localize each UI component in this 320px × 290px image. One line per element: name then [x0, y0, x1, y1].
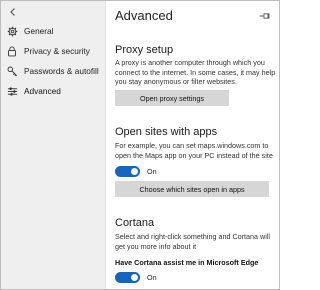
toggle-knob [131, 273, 138, 281]
toggle-knob [131, 167, 138, 175]
sidebar-item-advanced[interactable]: Advanced [1, 82, 105, 100]
open-sites-description: For example, you can set maps.windows.co… [115, 141, 273, 160]
sidebar-item-label: Privacy & security [24, 46, 90, 56]
cortana-toggle-row: On [115, 271, 157, 283]
chevron-left-icon[interactable] [8, 7, 18, 17]
pin-icon[interactable] [259, 13, 270, 19]
open-sites-section-title: Open sites with apps [115, 126, 218, 138]
sidebar-item-label: Advanced [24, 86, 61, 96]
open-sites-toggle-label: On [147, 166, 157, 176]
choose-sites-button[interactable]: Choose which sites open in apps [115, 181, 269, 197]
sliders-icon [6, 85, 18, 97]
sidebar-item-privacy[interactable]: Privacy & security [1, 42, 105, 60]
page-title: Advanced [115, 8, 173, 23]
cortana-section-title: Cortana [115, 217, 155, 229]
sidebar-item-label: General [24, 26, 54, 36]
lock-icon [6, 45, 18, 57]
key-icon [6, 65, 18, 77]
sidebar-item-passwords[interactable]: Passwords & autofill [1, 62, 105, 80]
cortana-description: Select and right-click something and Cor… [115, 232, 271, 251]
open-sites-toggle[interactable] [115, 165, 140, 177]
sidebar-item-general[interactable]: General [1, 22, 105, 40]
cortana-toggle-label: On [147, 272, 157, 282]
sidebar-item-label: Passwords & autofill [24, 66, 99, 76]
cortana-setting-label: Have Cortana assist me in Microsoft Edge [115, 258, 259, 267]
proxy-section-title: Proxy setup [115, 44, 174, 56]
sidebar: General Privacy & security Passwords & a… [1, 1, 106, 289]
settings-panel: Advanced Proxy setup A proxy is another … [106, 1, 279, 289]
proxy-description: A proxy is another computer through whic… [115, 58, 276, 87]
gear-icon [6, 25, 18, 37]
open-sites-toggle-row: On [115, 165, 157, 177]
settings-window: General Privacy & security Passwords & a… [0, 0, 280, 290]
cortana-toggle[interactable] [115, 271, 140, 283]
open-proxy-settings-button[interactable]: Open proxy settings [115, 90, 229, 106]
